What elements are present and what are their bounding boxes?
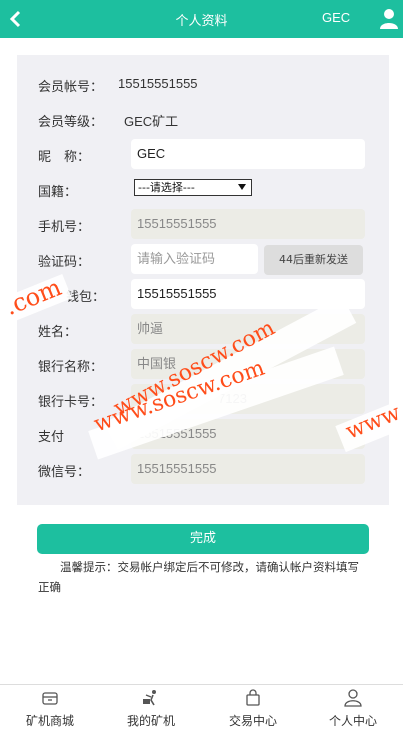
resend-code-button[interactable]: 44后重新发送 — [264, 245, 363, 275]
header-currency-label: GEC — [322, 10, 351, 25]
top-bar: 个人资料 GEC — [0, 0, 403, 38]
user-icon[interactable] — [380, 8, 398, 30]
tab-label: 我的矿机 — [126, 714, 175, 728]
wallet-input[interactable]: 15515551555 — [131, 279, 365, 309]
tab-label: 个人中心 — [328, 714, 377, 728]
nationality-select[interactable]: ---请选择--- — [134, 179, 252, 196]
level-value: GEC矿工 — [124, 114, 179, 129]
phone-field: 15515551555 — [131, 209, 365, 239]
account-value: 15515551555 — [118, 76, 198, 91]
tab-label: 矿机商城 — [25, 714, 74, 728]
bank-label: 银行名称： — [38, 360, 104, 375]
tab-personal-center[interactable]: 个人中心 — [303, 685, 403, 731]
account-label: 会员帐号： — [38, 80, 104, 95]
tab-trade-center[interactable]: 交易中心 — [203, 685, 303, 731]
bottom-tab-bar: 矿机商城 我的矿机 交易中心 个人中心 — [0, 684, 403, 731]
wallet-label: 钱包： — [66, 290, 106, 305]
nationality-label: 国籍： — [38, 185, 78, 200]
wechat-field: 15515551555 — [131, 454, 365, 484]
verification-code-input[interactable]: 请输入验证码 — [131, 244, 258, 274]
bank-field: 中国银 — [131, 349, 365, 379]
tab-label: 交易中心 — [228, 714, 277, 728]
tab-my-miners[interactable]: 我的矿机 — [101, 685, 201, 731]
nationality-selected-value: ---请选择--- — [138, 181, 195, 194]
warm-tip: 温馨提示：交易帐户绑定后不可修改，请确认帐户资料填写正确 — [38, 560, 359, 594]
person-icon — [344, 689, 362, 707]
alipay-field: 15515551555 — [131, 419, 365, 449]
name-field: 帅逼 — [131, 314, 365, 344]
card-label: 银行卡号： — [38, 395, 104, 410]
tab-miner-store[interactable]: 矿机商城 — [0, 685, 100, 731]
submit-button[interactable]: 完成 — [37, 524, 369, 554]
miner-icon — [143, 690, 156, 706]
level-label: 会员等级： — [38, 115, 104, 130]
code-label: 验证码： — [38, 255, 91, 270]
wechat-label: 微信号： — [38, 465, 91, 480]
alipay-label: 支付 — [38, 430, 65, 445]
phone-label: 手机号： — [38, 220, 91, 235]
name-label: 姓名： — [38, 325, 78, 340]
store-icon — [42, 692, 58, 705]
card-field: 7123 — [131, 384, 365, 414]
dropdown-arrow-icon — [238, 184, 246, 190]
nickname-label: 昵 称： — [38, 150, 91, 165]
bag-icon — [246, 689, 260, 706]
nickname-input[interactable]: GEC — [131, 139, 365, 169]
